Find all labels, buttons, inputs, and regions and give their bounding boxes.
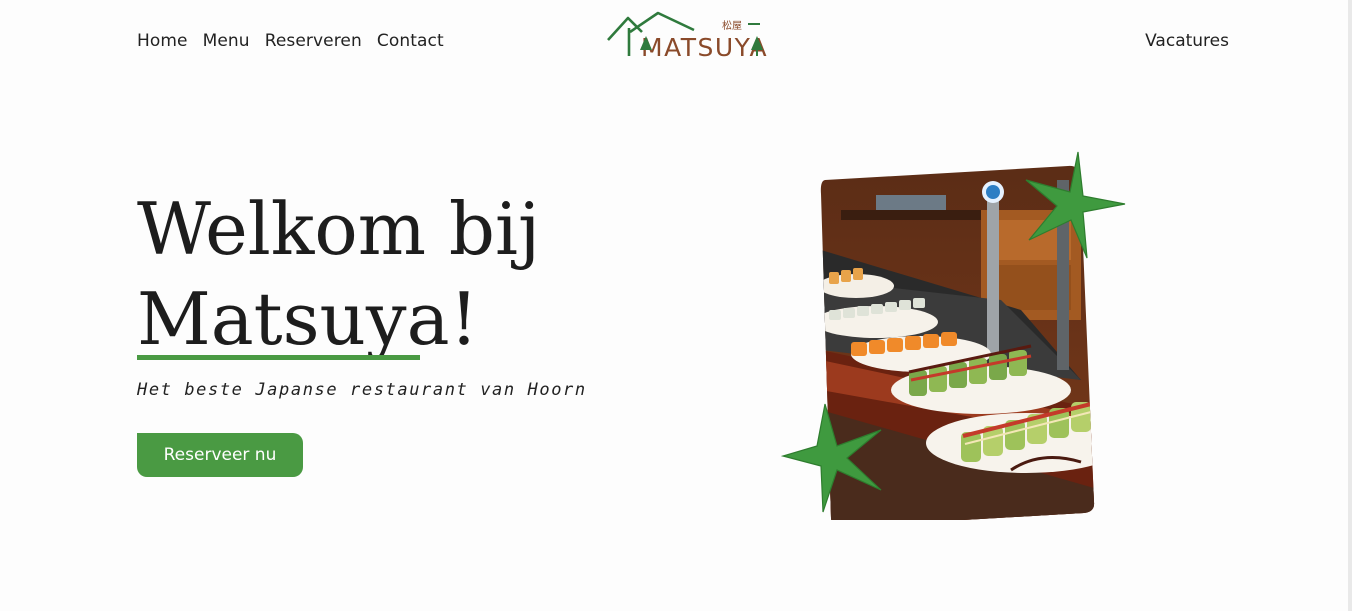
page: Home Menu Reserveren Contact 松屋 MATSUYA … [0,0,1352,611]
matsuya-logo[interactable]: 松屋 MATSUYA [606,10,768,62]
sushi-photo [781,151,1126,520]
scrollbar[interactable] [1348,0,1352,611]
nav-home-link[interactable]: Home [137,31,188,51]
title-underline [137,355,420,360]
hero-title-exclamation: ! [449,277,479,361]
nav-contact-link[interactable]: Contact [377,31,444,51]
nav-menu-link[interactable]: Menu [203,31,250,51]
hero-title-line1: Welkom bij [137,187,541,271]
vacatures-link[interactable]: Vacatures [1145,31,1229,51]
hero-title-matsuya: Matsuya [137,277,450,361]
hero-title: Welkom bij Matsuya! [137,184,540,364]
reserveer-nu-button[interactable]: Reserveer nu [137,433,303,477]
logo-wordmark: MATSUYA [641,33,768,62]
nav-reserveren-link[interactable]: Reserveren [265,31,362,51]
main-nav: Home Menu Reserveren Contact [137,31,444,51]
hero-subtitle: Het beste Japanse restaurant van Hoorn [137,380,587,400]
hero-title-line2: Matsuya! [137,274,478,364]
logo-kanji: 松屋 [722,19,742,32]
